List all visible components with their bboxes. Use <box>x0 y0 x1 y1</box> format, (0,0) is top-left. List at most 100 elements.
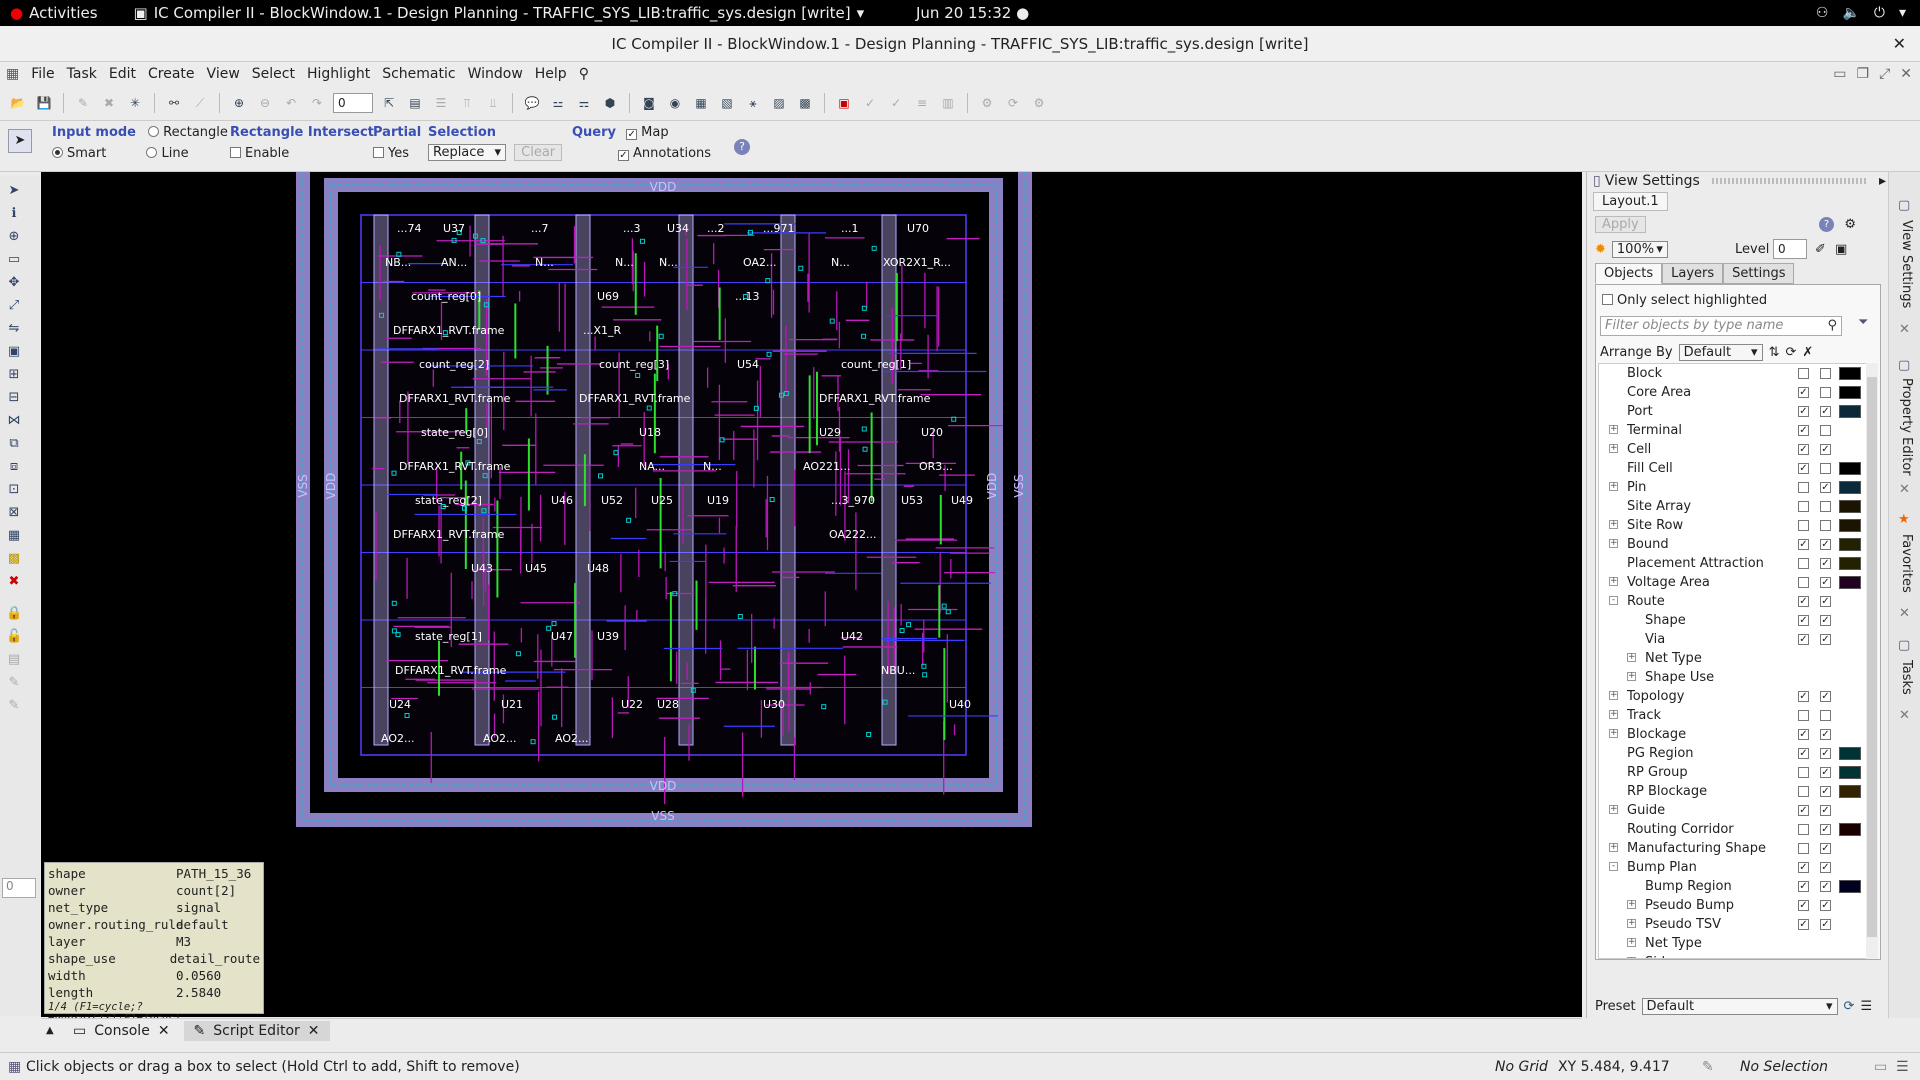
scroll-up-icon[interactable]: ▲ <box>46 1025 54 1036</box>
expand-icon[interactable]: + <box>1609 425 1618 434</box>
color-swatch[interactable] <box>1839 462 1861 475</box>
selectable-checkbox[interactable] <box>1820 425 1831 436</box>
delete-icon[interactable]: ✖ <box>99 94 119 112</box>
menu-help[interactable]: Help <box>529 66 573 82</box>
delete-icon[interactable]: ✖ <box>6 574 22 590</box>
object-tree-row[interactable]: Site Array <box>1599 497 1867 516</box>
rect-intersect-checkbox[interactable]: Enable <box>230 146 374 161</box>
color-swatch[interactable] <box>1839 405 1861 418</box>
selectable-checkbox[interactable]: ✓ <box>1820 444 1831 455</box>
selectable-checkbox[interactable]: ✓ <box>1820 634 1831 645</box>
save-icon[interactable]: 💾 <box>34 94 54 112</box>
expand-icon[interactable]: + <box>1627 653 1636 662</box>
tab-script-editor[interactable]: ✎ Script Editor ✕ <box>183 1020 330 1041</box>
level-spinbox[interactable]: 0 <box>1773 239 1807 259</box>
visible-checkbox[interactable]: ✓ <box>1798 615 1809 626</box>
bus-icon[interactable]: ▣ <box>6 344 22 360</box>
zoom-select[interactable]: 100% ▾ <box>1611 240 1668 258</box>
only-highlighted-checkbox[interactable]: Only select highlighted <box>1602 293 1880 308</box>
layout-canvas[interactable]: VSSVSSVDDVDDVSSVSSVDDVDD...74U37...7...3… <box>41 172 1582 1017</box>
expand-icon[interactable]: + <box>1609 729 1618 738</box>
cut-icon[interactable]: ⋈ <box>6 413 22 429</box>
zoom-out-icon[interactable]: ⊖ <box>255 94 275 112</box>
open-icon[interactable]: 📂 <box>8 94 28 112</box>
clear-icon[interactable]: ✗ <box>1802 345 1813 360</box>
gear2-icon[interactable]: ⚙ <box>1029 94 1049 112</box>
layer-icon[interactable]: ▤ <box>6 652 22 668</box>
color-swatch[interactable] <box>1839 481 1861 494</box>
unlock-icon[interactable]: 🔓 <box>6 629 22 645</box>
close-icon[interactable]: ✕ <box>1899 708 1910 723</box>
table-icon[interactable]: ▥ <box>938 94 958 112</box>
selectable-checkbox[interactable]: ✓ <box>1820 767 1831 778</box>
menu-select[interactable]: Select <box>246 66 301 82</box>
object-tree-row[interactable]: - Route ✓ ✓ <box>1599 592 1867 611</box>
visible-checkbox[interactable] <box>1798 558 1809 569</box>
selectable-checkbox[interactable]: ✓ <box>1820 729 1831 740</box>
menu-icon[interactable]: ☰ <box>1860 999 1872 1014</box>
expand-icon[interactable]: + <box>1627 957 1636 958</box>
visible-checkbox[interactable]: ✓ <box>1798 729 1809 740</box>
visible-checkbox[interactable] <box>1798 824 1809 835</box>
menu-file[interactable]: File <box>25 66 60 82</box>
paste-icon[interactable]: ⧈ <box>6 459 22 475</box>
object-tree-row[interactable]: + Voltage Area ✓ <box>1599 573 1867 592</box>
expand-icon[interactable]: + <box>1627 938 1636 947</box>
side-tab-property-editor[interactable]: Property Editor <box>1899 378 1914 476</box>
sparkle-icon[interactable]: ✳ <box>125 94 145 112</box>
selectable-checkbox[interactable]: ✓ <box>1820 577 1831 588</box>
distribute-icon[interactable]: ☰ <box>431 94 451 112</box>
color-swatch[interactable] <box>1839 500 1861 513</box>
visible-checkbox[interactable]: ✓ <box>1798 900 1809 911</box>
flip-icon[interactable]: ⇋ <box>6 321 22 337</box>
clock[interactable]: Jun 20 15:32 ● <box>916 4 1029 22</box>
check-icon[interactable]: ✓ <box>860 94 880 112</box>
select-arrow-icon[interactable]: ➤ <box>6 183 22 199</box>
color-swatch[interactable] <box>1839 386 1861 399</box>
collapse-icon[interactable]: - <box>1609 596 1618 605</box>
pointer-icon[interactable]: ⇱ <box>379 94 399 112</box>
object-tree-row[interactable]: PG Region ✓ ✓ <box>1599 744 1867 763</box>
tile-icon[interactable]: ▭ <box>1833 66 1846 82</box>
schematic-icon[interactable]: ▨ <box>769 94 789 112</box>
partial-checkbox[interactable]: Yes <box>373 146 421 161</box>
move-icon[interactable]: ✥ <box>6 275 22 291</box>
zoom-icon[interactable]: ⊕ <box>229 94 249 112</box>
layout-view[interactable]: VSSVSSVDDVDDVSSVSSVDDVDD...74U37...7...3… <box>41 172 1582 1017</box>
menu-edit[interactable]: Edit <box>103 66 142 82</box>
objects-scrollbar[interactable] <box>1866 363 1878 959</box>
selectable-checkbox[interactable]: ✓ <box>1820 406 1831 417</box>
expand-icon[interactable]: + <box>1609 520 1618 529</box>
layer-spinbox[interactable]: 0 <box>333 93 373 113</box>
visible-checkbox[interactable]: ✓ <box>1798 919 1809 930</box>
compare-icon[interactable]: ▩ <box>795 94 815 112</box>
expand-icon[interactable]: + <box>1627 919 1636 928</box>
group-icon[interactable]: ⊡ <box>6 482 22 498</box>
visible-checkbox[interactable]: ✓ <box>1798 748 1809 759</box>
redo-icon[interactable]: ↷ <box>307 94 327 112</box>
visible-checkbox[interactable]: ✓ <box>1798 406 1809 417</box>
side-tab-tasks[interactable]: Tasks <box>1899 660 1914 695</box>
map-checkbox[interactable]: ✓ Map <box>626 125 669 140</box>
expand-icon[interactable]: + <box>1609 482 1618 491</box>
object-tree-row[interactable]: + Pseudo TSV ✓ ✓ <box>1599 915 1867 934</box>
expand-icon[interactable]: + <box>1627 900 1636 909</box>
visible-checkbox[interactable] <box>1798 843 1809 854</box>
funnel-icon[interactable]: ⏷ <box>1858 315 1868 330</box>
maximize-icon[interactable]: ⤢ <box>1879 66 1890 82</box>
object-tree-row[interactable]: Shape ✓ ✓ <box>1599 611 1867 630</box>
selectable-checkbox[interactable]: ✓ <box>1820 748 1831 759</box>
help-icon[interactable]: ? <box>734 139 750 155</box>
close-icon[interactable]: ✕ <box>158 1023 170 1039</box>
smart-radio[interactable]: Smart <box>52 146 106 161</box>
tab-objects[interactable]: Objects <box>1595 263 1663 284</box>
line-radio[interactable]: Line <box>146 146 189 161</box>
visible-checkbox[interactable]: ✓ <box>1798 634 1809 645</box>
object-tree-row[interactable]: Fill Cell ✓ <box>1599 459 1867 478</box>
object-tree-row[interactable]: RP Group ✓ <box>1599 763 1867 782</box>
undo-icon[interactable]: ↶ <box>281 94 301 112</box>
visible-checkbox[interactable] <box>1798 501 1809 512</box>
menu-task[interactable]: Task <box>61 66 103 82</box>
preset-select[interactable]: Default ▾ <box>1641 998 1838 1015</box>
object-tree-row[interactable]: + Pin ✓ <box>1599 478 1867 497</box>
